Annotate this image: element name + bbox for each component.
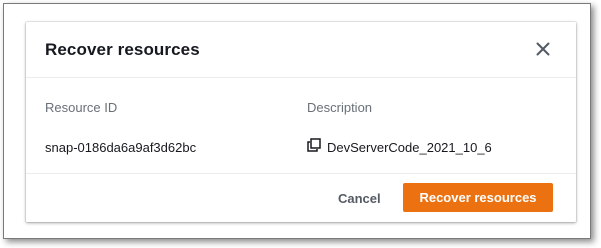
recover-resources-dialog: Recover resources Resource ID snap-0186d…: [26, 22, 576, 222]
screenshot-frame: Recover resources Resource ID snap-0186d…: [3, 3, 591, 239]
dialog-footer: Cancel Recover resources: [26, 173, 576, 222]
dialog-title: Recover resources: [45, 40, 200, 59]
copy-icon[interactable]: [307, 138, 321, 152]
resource-id-value: snap-0186da6a9af3d62bc: [45, 140, 197, 155]
close-icon: [536, 42, 550, 56]
dialog-body: Resource ID snap-0186da6a9af3d62bc Descr…: [26, 78, 576, 173]
recover-resources-button[interactable]: Recover resources: [403, 183, 553, 212]
description-value: DevServerCode_2021_10_6: [327, 140, 492, 155]
dialog-header: Recover resources: [26, 22, 576, 78]
description-label: Description: [307, 100, 373, 115]
cancel-button[interactable]: Cancel: [324, 185, 395, 211]
resource-id-label: Resource ID: [45, 100, 118, 115]
close-button[interactable]: [532, 38, 554, 60]
